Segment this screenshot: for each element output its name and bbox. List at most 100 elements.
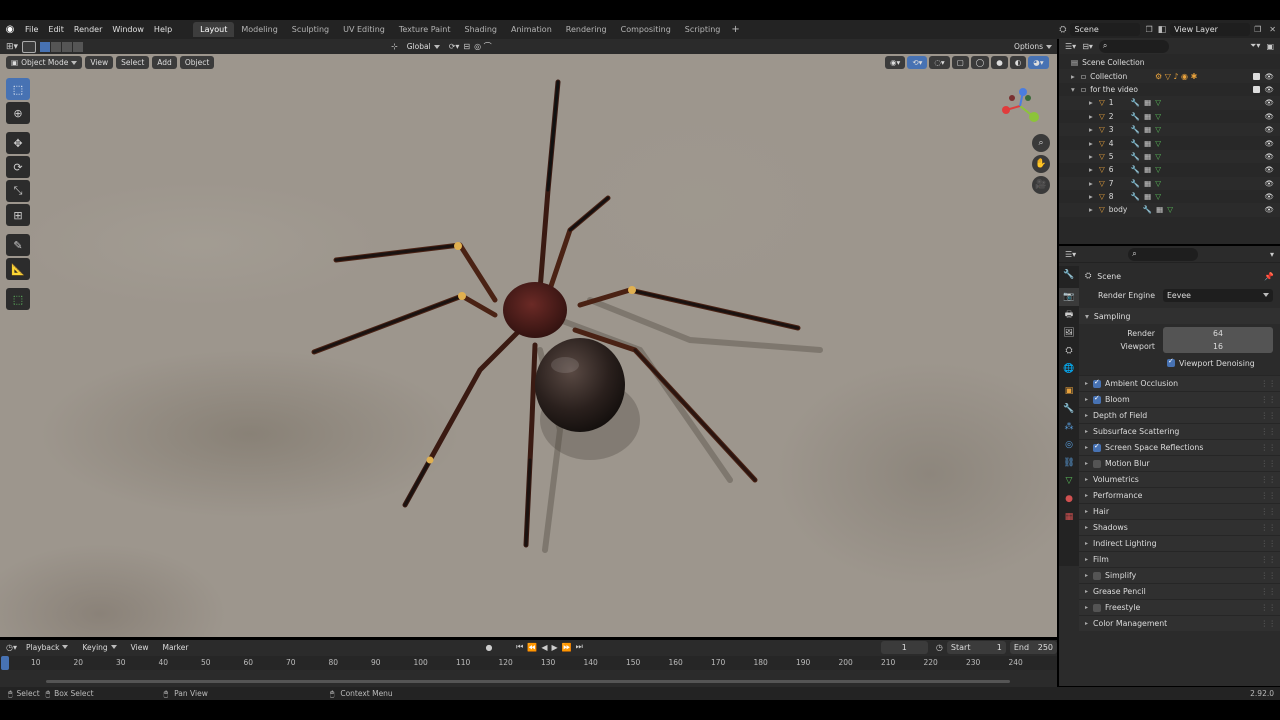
options-dropdown[interactable]: Options [1009, 40, 1057, 53]
solid-shading-icon[interactable]: ● [991, 56, 1008, 69]
object-tab-icon[interactable]: ▣ [1059, 382, 1079, 400]
tab-texture-paint[interactable]: Texture Paint [392, 22, 458, 37]
viewport-samples-field[interactable]: 16 [1163, 340, 1273, 353]
visibility-eye-icon[interactable]: 👁 [1264, 98, 1274, 107]
particles-tab-icon[interactable]: ⁂ [1059, 418, 1079, 436]
preview-range-icon[interactable]: ◷ [936, 643, 943, 652]
active-tool-icon[interactable] [22, 40, 37, 53]
view-layer-tab-icon[interactable]: 🖼 [1059, 324, 1079, 342]
measure-tool-icon[interactable]: 📐 [6, 258, 30, 280]
properties-search[interactable]: ⌕ [1128, 247, 1199, 261]
panel-header[interactable]: ▸ Hair ⋮⋮ [1079, 503, 1280, 519]
panel-header[interactable]: ▸ Indirect Lighting ⋮⋮ [1079, 535, 1280, 551]
visibility-eye-icon[interactable]: 👁 [1264, 192, 1274, 201]
marker-menu[interactable]: Marker [157, 641, 193, 654]
tab-uv-editing[interactable]: UV Editing [336, 22, 392, 37]
visibility-icon[interactable]: ◉▾ [885, 56, 906, 69]
add-cube-tool-icon[interactable]: ⬚ [6, 288, 30, 310]
panel-header[interactable]: ▸ Motion Blur ⋮⋮ [1079, 455, 1280, 471]
tab-sculpting[interactable]: Sculpting [285, 22, 336, 37]
display-mode-icon[interactable]: ⊟▾ [1082, 42, 1093, 51]
expand-arrow-icon[interactable]: ▸ [1089, 192, 1099, 201]
drag-handle-icon[interactable]: ⋮⋮ [1260, 507, 1276, 516]
drag-handle-icon[interactable]: ⋮⋮ [1260, 395, 1276, 404]
render-engine-dropdown[interactable]: Eevee [1163, 288, 1273, 302]
view-layer-field[interactable]: View Layer [1170, 23, 1251, 36]
view-layer-copy-icon[interactable]: ❐ [1250, 25, 1265, 34]
playhead[interactable] [1, 656, 9, 670]
panel-header[interactable]: ▸ Bloom ⋮⋮ [1079, 391, 1280, 407]
blender-logo-icon[interactable]: ◉ [0, 24, 20, 35]
exclude-checkbox[interactable] [1253, 72, 1260, 80]
3d-viewport[interactable]: ▣ Object Mode View Select Add Object ◉▾ ⟲… [0, 54, 1057, 637]
outliner-row-object[interactable]: ▸ ▽ 8 🔧 ▦ ▽ 👁 [1059, 190, 1280, 203]
panel-header[interactable]: ▸ Performance ⋮⋮ [1079, 487, 1280, 503]
overlay-icon[interactable]: ◌▾ [929, 56, 950, 69]
material-shading-icon[interactable]: ◐ [1009, 56, 1027, 69]
object-mode-dropdown[interactable]: ▣ Object Mode [6, 56, 83, 69]
camera-view-icon[interactable]: 🎥 [1032, 176, 1050, 194]
tab-compositing[interactable]: Compositing [614, 22, 678, 37]
panel-header[interactable]: ▸ Freestyle ⋮⋮ [1079, 599, 1280, 615]
visibility-eye-icon[interactable]: 👁 [1264, 85, 1274, 94]
panel-header[interactable]: ▸ Depth of Field ⋮⋮ [1079, 407, 1280, 423]
visibility-eye-icon[interactable]: 👁 [1264, 205, 1274, 214]
expand-arrow-icon[interactable]: ▸ [1089, 125, 1099, 134]
panel-enable-checkbox[interactable] [1093, 571, 1102, 580]
panel-header[interactable]: ▸ Shadows ⋮⋮ [1079, 519, 1280, 535]
panel-header[interactable]: ▸ Grease Pencil ⋮⋮ [1079, 583, 1280, 599]
panel-enable-checkbox[interactable] [1093, 378, 1102, 388]
panel-enable-checkbox[interactable] [1093, 603, 1102, 612]
object-menu[interactable]: Object [179, 56, 215, 69]
add-workspace-icon[interactable]: + [727, 24, 743, 35]
drag-handle-icon[interactable]: ⋮⋮ [1260, 411, 1276, 420]
panel-header[interactable]: ▸ Screen Space Reflections ⋮⋮ [1079, 439, 1280, 455]
viewport-denoising-row[interactable]: Viewport Denoising [1079, 355, 1280, 371]
prev-keyframe-icon[interactable]: ⏪ [527, 643, 537, 652]
menu-edit[interactable]: Edit [43, 25, 69, 34]
world-tab-icon[interactable]: 🌐 [1059, 360, 1079, 378]
expand-arrow-icon[interactable]: ▸ [1089, 112, 1099, 121]
zoom-icon[interactable]: ⌕ [1032, 134, 1050, 152]
auto-keying-icon[interactable]: ● [485, 643, 492, 652]
drag-handle-icon[interactable]: ⋮⋮ [1260, 443, 1276, 452]
annotate-tool-icon[interactable]: ✎ [6, 234, 30, 256]
select-mode-icons[interactable] [40, 41, 84, 52]
visibility-eye-icon[interactable]: 👁 [1264, 139, 1274, 148]
tab-rendering[interactable]: Rendering [559, 22, 614, 37]
gizmo-toggle-icon[interactable]: ⟲▾ [907, 56, 928, 69]
scene-tab-icon[interactable]: ⛭ [1059, 342, 1079, 360]
drag-handle-icon[interactable]: ⋮⋮ [1260, 459, 1276, 468]
expand-arrow-icon[interactable]: ▸ [1089, 98, 1099, 107]
tab-scripting[interactable]: Scripting [678, 22, 728, 37]
view-layer-icon[interactable]: ◧ [1158, 25, 1167, 35]
drag-handle-icon[interactable]: ⋮⋮ [1260, 475, 1276, 484]
scale-tool-icon[interactable]: ⤡ [6, 180, 30, 202]
rotate-tool-icon[interactable]: ⟳ [6, 156, 30, 178]
drag-handle-icon[interactable]: ⋮⋮ [1260, 379, 1276, 388]
panel-enable-checkbox[interactable] [1093, 394, 1102, 404]
visibility-eye-icon[interactable]: 👁 [1264, 179, 1274, 188]
output-tab-icon[interactable]: 🖶 [1059, 306, 1079, 324]
panel-header[interactable]: ▸ Volumetrics ⋮⋮ [1079, 471, 1280, 487]
viewport-denoising-checkbox[interactable] [1167, 357, 1175, 367]
drag-handle-icon[interactable]: ⋮⋮ [1260, 587, 1276, 596]
start-frame-field[interactable]: Start 1 [946, 640, 1006, 654]
xray-icon[interactable]: ▢ [951, 56, 969, 69]
physics-tab-icon[interactable]: ◎ [1059, 436, 1079, 454]
expand-arrow-icon[interactable]: ▸ [1089, 179, 1099, 188]
exclude-checkbox[interactable] [1253, 85, 1260, 93]
outliner-row-object[interactable]: ▸ ▽ 6 🔧 ▦ ▽ 👁 [1059, 163, 1280, 176]
panel-enable-checkbox[interactable] [1093, 459, 1102, 468]
menu-help[interactable]: Help [149, 25, 177, 34]
keying-menu[interactable]: Keying [77, 641, 121, 654]
outliner-row-scene-collection[interactable]: ▤ Scene Collection [1059, 56, 1280, 69]
timeline-scrollbar[interactable] [46, 680, 1010, 683]
data-tab-icon[interactable]: ▽ [1059, 472, 1079, 490]
add-menu[interactable]: Add [152, 56, 177, 69]
move-tool-icon[interactable]: ✥ [6, 132, 30, 154]
expand-arrow-icon[interactable]: ▸ [1089, 205, 1099, 214]
panel-header[interactable]: ▸ Film ⋮⋮ [1079, 551, 1280, 567]
proportional-edit-icon[interactable]: ◎ ⌒ [474, 41, 492, 52]
modifier-tab-icon[interactable]: 🔧 [1059, 400, 1079, 418]
